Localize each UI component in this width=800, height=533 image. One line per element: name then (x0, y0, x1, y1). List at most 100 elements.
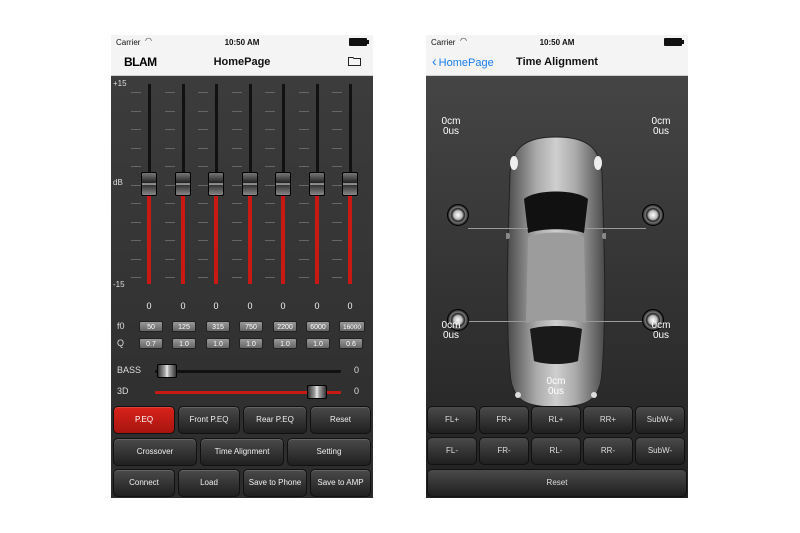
fader-tick (265, 277, 275, 278)
3d-slider-knob[interactable] (307, 385, 327, 399)
fader-tick (131, 166, 141, 167)
fader-tick (232, 129, 242, 130)
eq-fader-knob[interactable] (141, 172, 157, 196)
eq-fader-fill (214, 192, 218, 284)
ta-plus-button[interactable]: RR+ (583, 406, 633, 434)
fader-tick (198, 277, 208, 278)
fader-tick (332, 147, 342, 149)
phone-time-alignment: Carrier ◠ 10:50 AM ‹ HomePage Time Alignm… (426, 35, 688, 498)
fader-tick (165, 277, 175, 278)
eq-fader-knob[interactable] (175, 172, 191, 196)
save-to-amp-button[interactable]: Save to AMP (310, 469, 371, 497)
speaker-front-left-icon (447, 204, 469, 226)
fader-tick (265, 92, 275, 93)
rear-left-us: 0us (442, 330, 460, 341)
fader-tick (332, 166, 342, 167)
eq-fader-fill (315, 192, 319, 284)
fader-tick (131, 240, 141, 241)
eq-q-chip[interactable]: 1.0 (239, 338, 263, 349)
ta-plus-button[interactable]: RL+ (531, 406, 581, 434)
fader-tick (265, 221, 275, 223)
f0-label: f0 (117, 321, 125, 331)
eq-fader-knob[interactable] (309, 172, 325, 196)
ta-plus-button[interactable]: SubW+ (635, 406, 685, 434)
q-label: Q (117, 338, 125, 348)
fader-tick (265, 203, 275, 204)
eq-f0-chip[interactable]: 125 (172, 321, 196, 332)
fader-tick (299, 92, 309, 93)
fader-tick (232, 258, 242, 260)
eq-q-chip[interactable]: 1.0 (206, 338, 230, 349)
eq-q-chip[interactable]: 0.7 (139, 338, 163, 349)
fader-tick (299, 240, 309, 241)
ta-minus-button[interactable]: FL- (427, 437, 477, 465)
save-to-phone-button[interactable]: Save to Phone (243, 469, 307, 497)
fader-tick (165, 203, 175, 204)
ta-minus-button[interactable]: SubW- (635, 437, 685, 465)
eq-f0-chip[interactable]: 50 (139, 321, 163, 332)
eq-f0-chip[interactable]: 16000 (339, 321, 365, 332)
ta-plus-button[interactable]: FL+ (427, 406, 477, 434)
connect-button[interactable]: Connect (113, 469, 175, 497)
crossover-button[interactable]: Crossover (113, 438, 197, 466)
eq-f0-chip[interactable]: 750 (239, 321, 263, 332)
fader-tick (332, 277, 342, 278)
front-peq-button[interactable]: Front P.EQ (178, 406, 240, 434)
eq-fader-knob[interactable] (242, 172, 258, 196)
eq-f0-chip[interactable]: 315 (206, 321, 230, 332)
eq-gain-value: 0 (247, 301, 253, 311)
folder-icon[interactable] (348, 56, 361, 66)
fader-tick (265, 110, 275, 112)
fader-tick (299, 184, 309, 186)
scale-top-label: +15 (113, 79, 127, 88)
eq-fader-knob[interactable] (208, 172, 224, 196)
sub-us: 0us (547, 386, 565, 397)
scale-bottom-label: -15 (113, 280, 125, 289)
bass-slider-knob[interactable] (157, 364, 177, 378)
fader-tick (131, 221, 141, 223)
status-bar: Carrier ◠ 10:50 AM (426, 35, 688, 50)
fader-tick (198, 240, 208, 241)
eq-f0-chip[interactable]: 2200 (273, 321, 297, 332)
fader-tick (131, 258, 141, 260)
fader-tick (165, 166, 175, 167)
3d-label: 3D (117, 386, 129, 396)
eq-q-chip[interactable]: 1.0 (273, 338, 297, 349)
rear-peq-button[interactable]: Rear P.EQ (243, 406, 307, 434)
setting-button[interactable]: Setting (287, 438, 371, 466)
time-alignment-button[interactable]: Time Alignment (200, 438, 284, 466)
eq-gain-value: 0 (280, 301, 286, 311)
fader-tick (299, 258, 309, 260)
eq-fader-knob[interactable] (275, 172, 291, 196)
fader-tick (198, 258, 208, 260)
eq-q-chip[interactable]: 1.0 (172, 338, 196, 349)
fader-tick (332, 110, 342, 112)
leader-front-left (468, 228, 528, 229)
rear-left-readout: 0cm 0us (426, 321, 476, 341)
ta-minus-button[interactable]: RR- (583, 437, 633, 465)
fader-tick (198, 92, 208, 93)
page-title: HomePage (213, 56, 271, 68)
ta-reset-button[interactable]: Reset (427, 469, 687, 497)
eq-fader-knob[interactable] (342, 172, 358, 196)
reset-button[interactable]: Reset (310, 406, 371, 434)
ta-minus-button[interactable]: RL- (531, 437, 581, 465)
nav-bar: BLAM HomePage (111, 50, 373, 76)
load-button[interactable]: Load (178, 469, 240, 497)
peq-button[interactable]: P.EQ (113, 406, 175, 434)
rear-right-us: 0us (652, 330, 670, 341)
bass-slider-track[interactable] (155, 370, 341, 373)
fader-tick (165, 129, 175, 130)
fader-tick (299, 277, 309, 278)
eq-q-chip[interactable]: 0.6 (339, 338, 363, 349)
ta-minus-button[interactable]: FR- (479, 437, 529, 465)
ta-plus-button[interactable]: FR+ (479, 406, 529, 434)
eq-f0-chip[interactable]: 6000 (306, 321, 330, 332)
fader-tick (165, 240, 175, 241)
fader-tick (165, 110, 175, 112)
fader-tick (265, 166, 275, 167)
eq-gain-value: 0 (213, 301, 219, 311)
eq-gain-value: 0 (146, 301, 152, 311)
eq-q-chip[interactable]: 1.0 (306, 338, 330, 349)
scale-db-label: dB (113, 178, 123, 187)
